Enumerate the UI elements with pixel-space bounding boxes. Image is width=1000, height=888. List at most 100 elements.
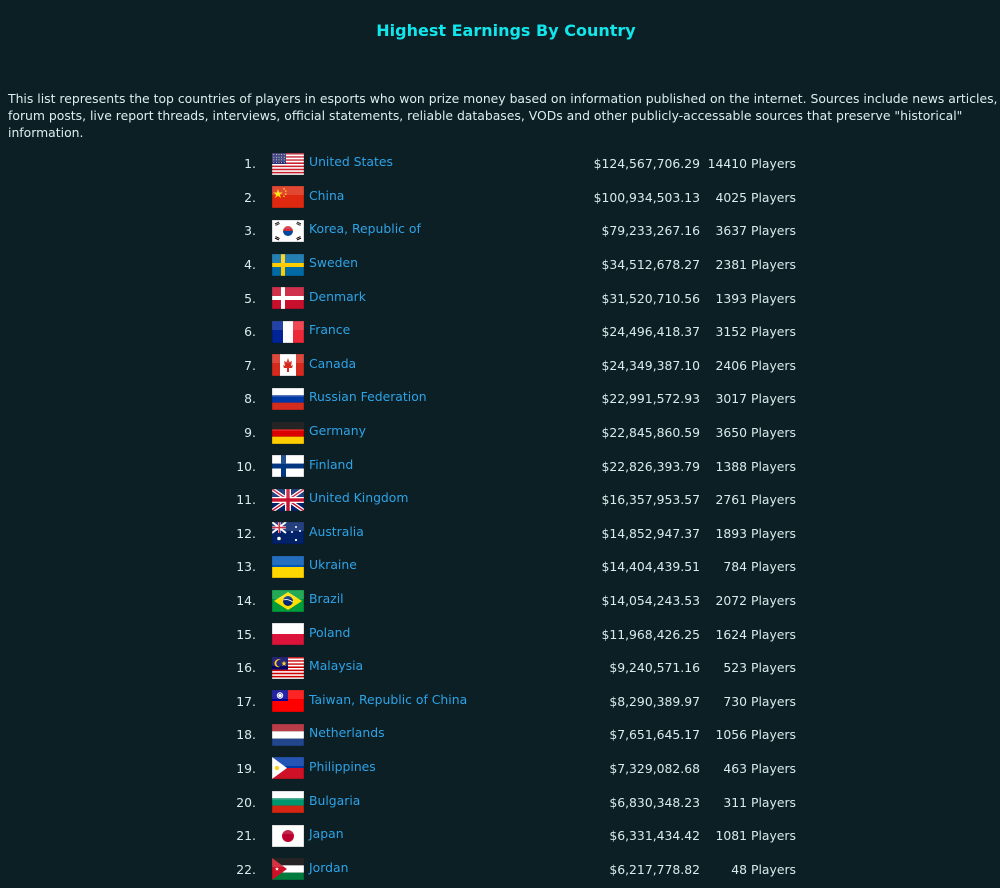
rank-number: 6. xyxy=(244,324,256,340)
rank-number: 20. xyxy=(236,794,256,810)
country-link[interactable]: United States xyxy=(309,154,393,169)
country-link[interactable]: Finland xyxy=(309,457,353,472)
country-link[interactable]: France xyxy=(309,322,350,337)
table-row: 20. Bulgaria $6,830,348.23 311 Players xyxy=(230,785,796,819)
flag-cell xyxy=(272,483,309,517)
country-link[interactable]: Jordan xyxy=(309,860,348,875)
earnings-value: $24,496,418.37 xyxy=(601,324,700,340)
country-link[interactable]: China xyxy=(309,188,344,203)
flag-cell xyxy=(272,315,309,349)
country-cell: China xyxy=(309,181,552,215)
country-cell: Canada xyxy=(309,349,552,383)
us-flag-icon xyxy=(272,152,304,175)
player-count: 48 Players xyxy=(731,861,796,877)
jo-flag-icon xyxy=(272,858,304,881)
rank-number: 10. xyxy=(236,458,256,474)
au-flag-icon xyxy=(272,522,304,545)
earnings-value: $31,520,710.56 xyxy=(601,290,700,306)
earnings-value: $9,240,571.16 xyxy=(609,660,700,676)
flag-cell xyxy=(272,752,309,786)
player-count: 3650 Players xyxy=(715,425,797,441)
rank-number: 13. xyxy=(236,559,256,575)
country-link[interactable]: Taiwan, Republic of China xyxy=(309,692,467,707)
country-cell: Poland xyxy=(309,617,552,651)
flag-cell xyxy=(272,517,309,551)
country-link[interactable]: Denmark xyxy=(309,289,366,304)
player-count: 1388 Players xyxy=(715,458,797,474)
de-flag-icon xyxy=(272,421,304,444)
country-link[interactable]: Russian Federation xyxy=(309,389,427,404)
br-flag-icon xyxy=(272,589,304,612)
table-row: 17. Taiwan, Republic of China $8,290,389.… xyxy=(230,685,796,719)
table-row: 7. Canada $24,349,387.10 2406 Players xyxy=(230,349,796,383)
country-link[interactable]: Sweden xyxy=(309,255,358,270)
country-link[interactable]: Bulgaria xyxy=(309,793,360,808)
flag-cell xyxy=(272,718,309,752)
flag-cell xyxy=(272,181,309,215)
country-link[interactable]: Malaysia xyxy=(309,658,363,673)
earnings-value: $124,567,706.29 xyxy=(593,156,700,172)
table-row: 14. Brazil $14,054,243.53 2072 Players xyxy=(230,584,796,618)
table-row: 19. Philippines $7,329,082.68 463 Players xyxy=(230,752,796,786)
rank-number: 2. xyxy=(244,189,256,205)
player-count: 311 Players xyxy=(723,794,796,810)
country-link[interactable]: Australia xyxy=(309,524,364,539)
table-row: 10. Finland $22,826,393.79 1388 Players xyxy=(230,449,796,483)
player-count: 523 Players xyxy=(723,660,796,676)
rank-number: 22. xyxy=(236,861,256,877)
country-cell: United States xyxy=(309,147,552,181)
earnings-value: $14,054,243.53 xyxy=(601,593,700,609)
country-cell: Brazil xyxy=(309,584,552,618)
fi-flag-icon xyxy=(272,455,304,478)
table-row: 15. Poland $11,968,426.25 1624 Players xyxy=(230,617,796,651)
country-cell: Philippines xyxy=(309,752,552,786)
rank-number: 4. xyxy=(244,257,256,273)
nl-flag-icon xyxy=(272,723,304,746)
player-count: 2072 Players xyxy=(715,593,797,609)
player-count: 1624 Players xyxy=(715,626,797,642)
player-count: 784 Players xyxy=(723,559,796,575)
player-count: 4025 Players xyxy=(715,189,797,205)
country-link[interactable]: Netherlands xyxy=(309,725,385,740)
country-link[interactable]: Ukraine xyxy=(309,557,357,572)
country-link[interactable]: Philippines xyxy=(309,759,376,774)
country-link[interactable]: Canada xyxy=(309,356,356,371)
tw-flag-icon xyxy=(272,690,304,713)
table-row: 2. China $100,934,503.13 4025 Players xyxy=(230,181,796,215)
table-row: 18. Netherlands $7,651,645.17 1056 Players xyxy=(230,718,796,752)
country-cell: Finland xyxy=(309,449,552,483)
rank-number: 14. xyxy=(236,593,256,609)
country-cell: Australia xyxy=(309,517,552,551)
country-link[interactable]: Korea, Republic of xyxy=(309,221,421,236)
rank-number: 16. xyxy=(236,660,256,676)
rank-number: 15. xyxy=(236,626,256,642)
country-cell: Germany xyxy=(309,416,552,450)
earnings-value: $14,852,947.37 xyxy=(601,525,700,541)
table-row: 21. Japan $6,331,434.42 1081 Players xyxy=(230,819,796,853)
flag-cell xyxy=(272,584,309,618)
earnings-value: $24,349,387.10 xyxy=(601,357,700,373)
table-row: 5. Denmark $31,520,710.56 1393 Players xyxy=(230,281,796,315)
flag-cell xyxy=(272,651,309,685)
player-count: 2406 Players xyxy=(715,357,797,373)
cn-flag-icon xyxy=(272,186,304,209)
player-count: 3152 Players xyxy=(715,324,797,340)
page-title: Highest Earnings By Country xyxy=(376,21,636,40)
earnings-value: $6,217,778.82 xyxy=(609,861,700,877)
earnings-value: $22,845,860.59 xyxy=(601,425,700,441)
country-link[interactable]: Japan xyxy=(309,826,344,841)
country-link[interactable]: Poland xyxy=(309,625,350,640)
player-count: 2381 Players xyxy=(715,257,797,273)
earnings-value: $8,290,389.97 xyxy=(609,693,700,709)
table-row: 3. Korea, Republic of $79,233,267.16 3637 … xyxy=(230,214,796,248)
player-count: 730 Players xyxy=(723,693,796,709)
country-cell: Netherlands xyxy=(309,718,552,752)
country-link[interactable]: Germany xyxy=(309,423,366,438)
country-link[interactable]: Brazil xyxy=(309,591,344,606)
flag-cell xyxy=(272,617,309,651)
player-count: 1393 Players xyxy=(715,290,797,306)
player-count: 2761 Players xyxy=(715,492,797,508)
earnings-value: $22,826,393.79 xyxy=(601,458,700,474)
rank-number: 9. xyxy=(244,425,256,441)
country-link[interactable]: United Kingdom xyxy=(309,490,408,505)
